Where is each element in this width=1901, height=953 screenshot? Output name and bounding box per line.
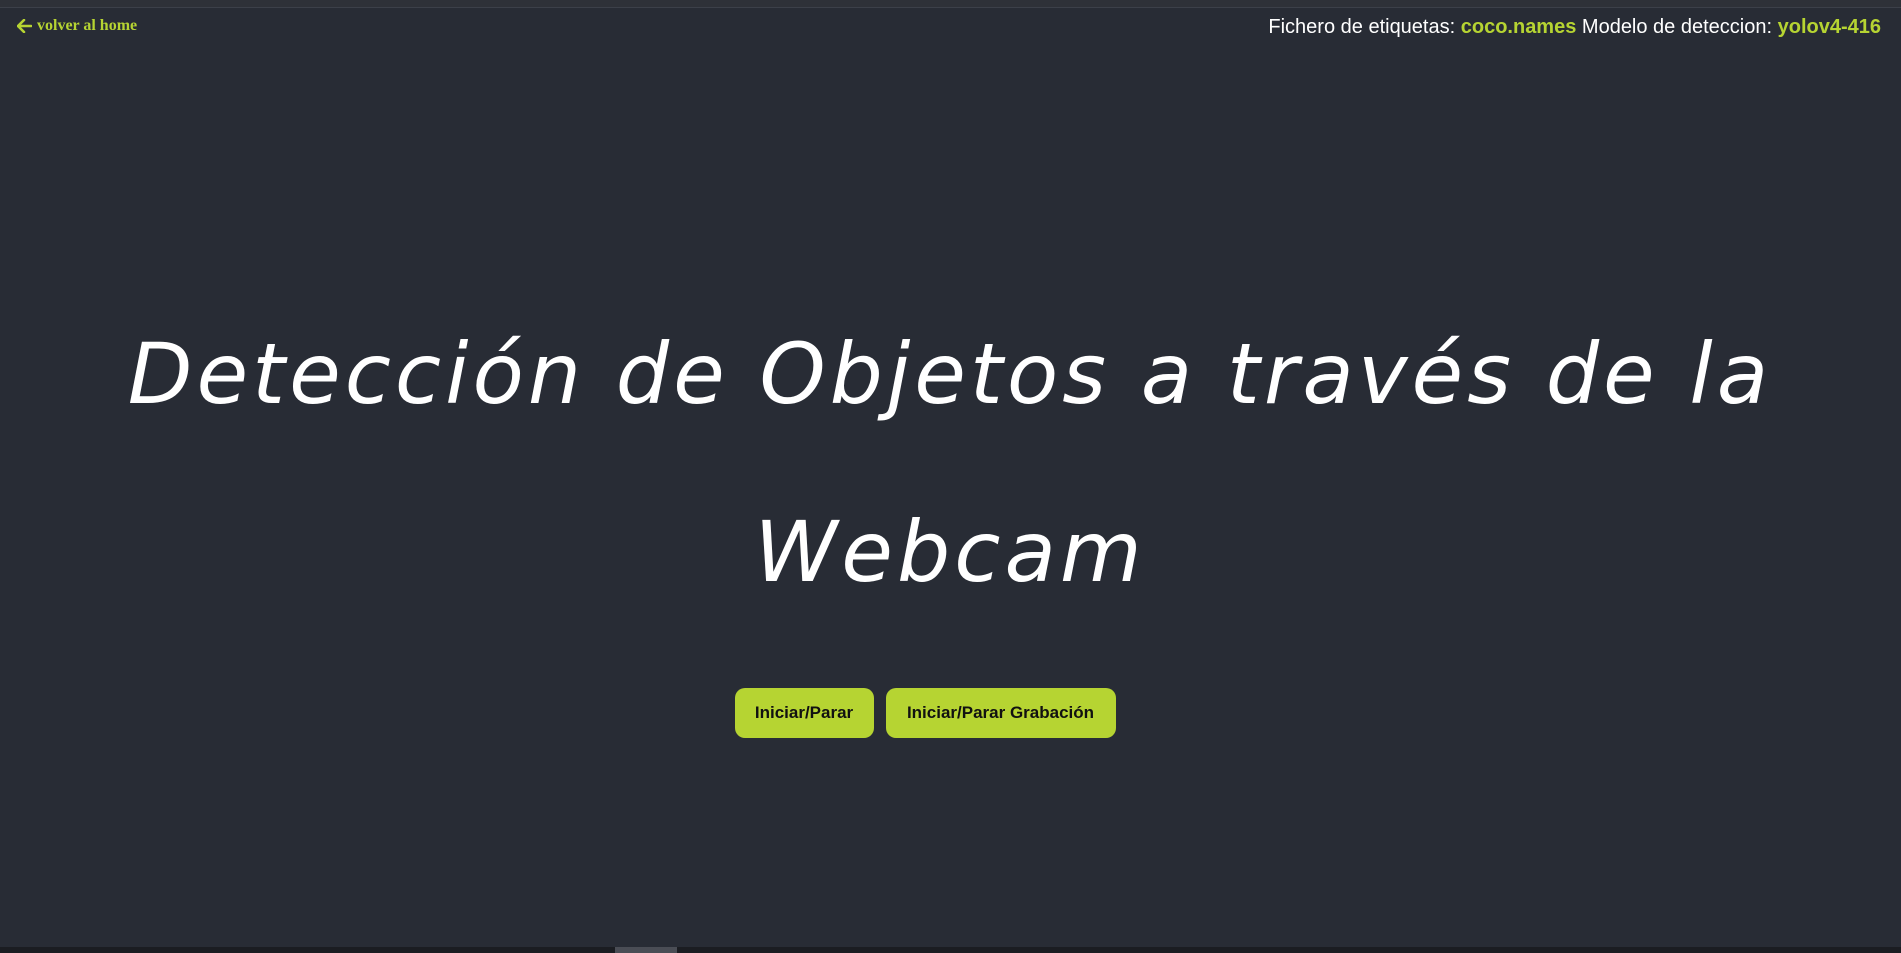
labels-file-prefix: Fichero de etiquetas: xyxy=(1268,16,1456,38)
horizontal-scrollbar[interactable] xyxy=(0,947,1901,953)
model-info: Fichero de etiquetas: coco.names Modelo … xyxy=(1268,16,1881,39)
top-border xyxy=(0,0,1901,8)
action-buttons: Iniciar/Parar Iniciar/Parar Grabación xyxy=(0,688,1901,738)
model-prefix: Modelo de deteccion: xyxy=(1581,16,1773,38)
start-stop-recording-button[interactable]: Iniciar/Parar Grabación xyxy=(885,688,1116,738)
back-link-label: volver al home xyxy=(37,17,138,34)
model-name: yolov4-416 xyxy=(1777,16,1881,38)
back-to-home-link[interactable]: volver al home xyxy=(17,17,137,35)
start-stop-button[interactable]: Iniciar/Parar xyxy=(734,688,874,738)
labels-file-name: coco.names xyxy=(1460,16,1577,38)
scrollbar-thumb[interactable] xyxy=(615,947,677,953)
page-title-line-2: Webcam xyxy=(754,503,1146,601)
page-title-line-1: Detección de Objetos a través de la xyxy=(127,325,1773,423)
page-title: Detección de Objetos a través de la Webc… xyxy=(100,285,1800,641)
arrow-left-icon xyxy=(17,19,32,33)
page: volver al home Fichero de etiquetas: coc… xyxy=(0,0,1901,953)
